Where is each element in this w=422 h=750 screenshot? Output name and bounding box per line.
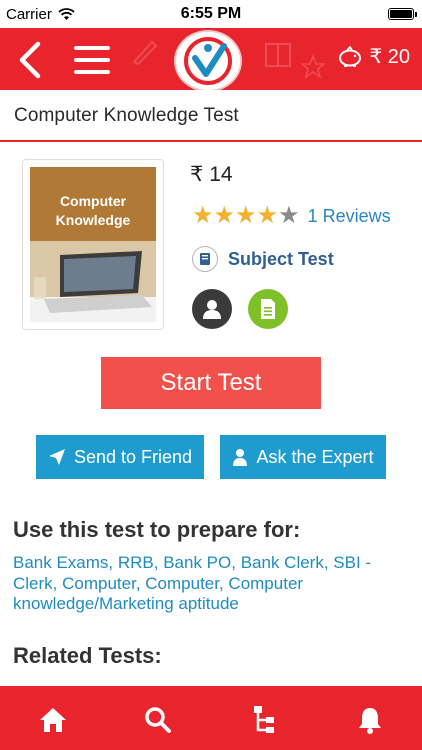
send-to-friend-label: Send to Friend xyxy=(73,446,193,467)
subject-test-label: Subject Test xyxy=(228,248,334,269)
book-icon xyxy=(192,246,218,272)
start-test-button[interactable]: Start Test xyxy=(101,357,321,409)
laptop-icon xyxy=(30,241,156,322)
bell-icon xyxy=(359,708,381,734)
bottom-nav xyxy=(0,686,422,750)
user-icon[interactable] xyxy=(192,289,232,329)
info-icons xyxy=(192,289,288,329)
subject-test-tag: Subject Test xyxy=(192,246,334,272)
prepare-exams-text[interactable]: Bank Exams, RRB, Bank PO, Bank Clerk, SB… xyxy=(13,553,408,615)
wallet-amount: ₹ 20 xyxy=(369,46,410,68)
back-button[interactable] xyxy=(14,40,50,80)
send-to-friend-button[interactable]: Send to Friend xyxy=(36,435,204,479)
logo-icon xyxy=(184,37,232,85)
battery-icon xyxy=(388,8,417,20)
person-icon xyxy=(233,449,248,466)
send-icon xyxy=(48,449,65,465)
app-logo[interactable] xyxy=(174,30,242,92)
decor-star-icon xyxy=(300,54,326,79)
search-icon xyxy=(145,707,171,733)
nav-search[interactable] xyxy=(142,704,174,736)
nav-home[interactable] xyxy=(37,704,69,736)
nav-notifications[interactable] xyxy=(354,704,386,736)
star-icon-filled: ★ xyxy=(192,202,214,229)
test-thumbnail: Computer Knowledge xyxy=(30,167,156,322)
thumbnail-label: Computer Knowledge xyxy=(30,167,156,241)
tree-icon xyxy=(254,706,274,733)
test-price: ₹ 14 xyxy=(190,163,233,186)
back-icon xyxy=(19,41,41,79)
status-time: 6:55 PM xyxy=(180,5,242,22)
rating-row: ★ ★ ★ ★ ★ 1 Reviews xyxy=(192,204,391,228)
star-icon-filled: ★ xyxy=(235,202,257,229)
document-icon[interactable] xyxy=(248,289,288,329)
related-tests-heading: Related Tests: xyxy=(13,643,162,668)
menu-icon xyxy=(74,46,110,74)
title-bar: Computer Knowledge Test xyxy=(0,90,422,142)
ask-expert-label: Ask the Expert xyxy=(256,446,374,467)
app-header: ₹ 20 xyxy=(0,28,422,92)
page-title: Computer Knowledge Test xyxy=(14,105,239,126)
star-icon-filled: ★ xyxy=(256,202,279,229)
menu-button[interactable] xyxy=(72,44,112,76)
nav-tree[interactable] xyxy=(248,704,280,736)
test-thumbnail-card[interactable]: Computer Knowledge xyxy=(22,159,164,330)
home-icon xyxy=(40,708,66,732)
star-icon-filled: ★ xyxy=(213,202,236,229)
status-bar: Carrier 6:55 PM xyxy=(0,0,422,28)
laptop-image xyxy=(30,241,156,322)
prepare-heading: Use this test to prepare for: xyxy=(13,517,301,542)
star-icon-empty: ★ xyxy=(278,202,300,229)
decor-book-icon xyxy=(265,43,291,67)
decor-pencil-icon xyxy=(132,40,158,66)
piggy-bank-icon xyxy=(339,45,362,67)
wallet-button[interactable]: ₹ 20 xyxy=(337,44,410,69)
ask-expert-button[interactable]: Ask the Expert xyxy=(220,435,386,479)
reviews-link[interactable]: 1 Reviews xyxy=(308,206,391,227)
